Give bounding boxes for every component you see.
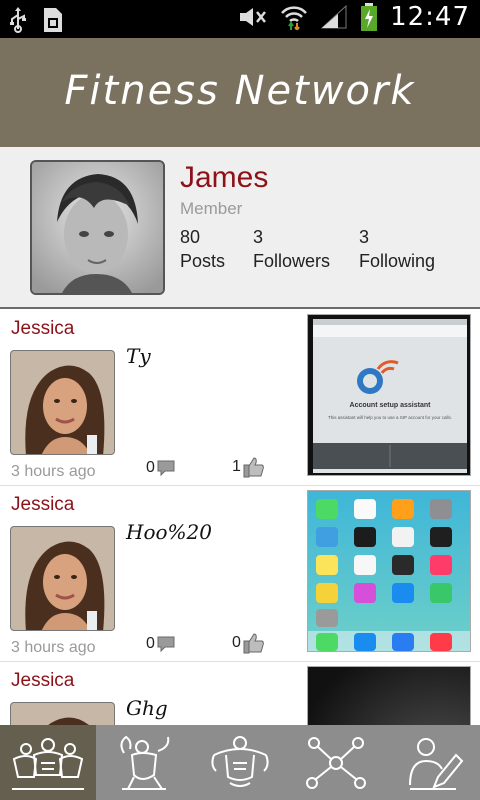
author-portrait-image xyxy=(11,351,114,454)
stat-followers-label: Followers xyxy=(253,251,331,271)
comment-count: 0 xyxy=(146,635,155,652)
stat-followers[interactable]: 3 Followers xyxy=(253,225,330,273)
bottom-navigation xyxy=(0,725,480,800)
nav-item-workout[interactable] xyxy=(96,725,192,800)
author-portrait-image xyxy=(11,703,114,725)
thumbs-up-icon xyxy=(243,457,264,478)
clock: 12:47 xyxy=(390,2,470,32)
comment-button[interactable]: 0 xyxy=(146,459,175,477)
stat-posts[interactable]: 80 Posts xyxy=(180,225,225,273)
post-item[interactable]: Jessica Ty 3 hours ago 0 1 Account setup… xyxy=(0,310,480,486)
comment-count: 0 xyxy=(146,459,155,476)
thumbs-up-icon xyxy=(243,633,264,654)
comment-icon xyxy=(157,460,175,477)
like-count: 1 xyxy=(232,458,241,475)
profile-portrait-image xyxy=(32,162,163,293)
post-author[interactable]: Jessica xyxy=(11,494,74,516)
post-text: Ty xyxy=(126,344,151,368)
post-timestamp: 3 hours ago xyxy=(11,639,96,656)
post-author-avatar[interactable] xyxy=(10,350,115,455)
post-text: Hoo%20 xyxy=(126,520,212,544)
stat-following-label: Following xyxy=(359,251,436,271)
post-image-title: Account setup assistant xyxy=(350,402,432,409)
comment-button[interactable]: 0 xyxy=(146,635,175,653)
post-text: Ghg xyxy=(126,696,168,720)
post-image[interactable] xyxy=(307,490,471,652)
post-author[interactable]: Jessica xyxy=(11,670,74,692)
post-image-caption: This assistant will help you to use a SI… xyxy=(328,415,452,420)
post-author-avatar[interactable] xyxy=(10,702,115,725)
like-button[interactable]: 1 xyxy=(232,456,265,478)
post-screenshot-image: Account setup assistant This assistant w… xyxy=(308,315,470,475)
profile-card: James Member 80 Posts 3 Followers 3 Foll… xyxy=(0,147,480,309)
stat-followers-value: 3 xyxy=(253,227,264,247)
like-button[interactable]: 0 xyxy=(232,632,265,654)
usb-icon xyxy=(10,7,26,33)
profile-avatar[interactable] xyxy=(30,160,165,295)
edit-profile-icon xyxy=(409,737,464,790)
nav-item-trainers[interactable] xyxy=(192,725,288,800)
post-image[interactable] xyxy=(307,666,471,725)
author-portrait-image xyxy=(11,527,114,630)
stat-following-value: 3 xyxy=(359,227,370,247)
group-bodybuilders-icon xyxy=(12,737,84,790)
homescreen-screenshot-image xyxy=(308,491,470,651)
dark-gradient-image xyxy=(308,667,470,725)
stat-posts-value: 80 xyxy=(180,227,201,247)
bodybuilder-icon xyxy=(211,735,269,787)
network-icon xyxy=(306,736,366,789)
nav-item-network[interactable] xyxy=(288,725,384,800)
like-count: 0 xyxy=(232,634,241,651)
post-feed[interactable]: Jessica Ty 3 hours ago 0 1 Account setup… xyxy=(0,310,480,725)
mute-icon xyxy=(240,8,267,26)
post-item[interactable]: Jessica Ghg xyxy=(0,662,480,725)
app-title: Fitness Network xyxy=(64,68,416,114)
signal-icon xyxy=(320,4,347,29)
comment-icon xyxy=(157,636,175,653)
wifi-icon xyxy=(281,6,307,30)
app-header: Fitness Network xyxy=(0,38,480,147)
sim-card-icon xyxy=(44,8,62,32)
post-image[interactable]: Account setup assistant This assistant w… xyxy=(307,314,471,476)
stat-following[interactable]: 3 Following xyxy=(359,225,435,273)
post-author-avatar[interactable] xyxy=(10,526,115,631)
nav-item-community[interactable] xyxy=(0,725,96,800)
battery-charging-icon xyxy=(361,3,378,31)
nav-item-edit-profile[interactable] xyxy=(384,725,480,800)
profile-role: Member xyxy=(180,199,243,218)
stat-posts-label: Posts xyxy=(180,251,226,271)
post-author[interactable]: Jessica xyxy=(11,318,74,340)
profile-name: James xyxy=(180,161,269,194)
flexing-man-icon xyxy=(120,735,170,790)
post-timestamp: 3 hours ago xyxy=(11,463,96,480)
post-item[interactable]: Jessica Hoo%20 3 hours ago 0 0 xyxy=(0,486,480,662)
status-bar: 12:47 xyxy=(0,0,480,38)
